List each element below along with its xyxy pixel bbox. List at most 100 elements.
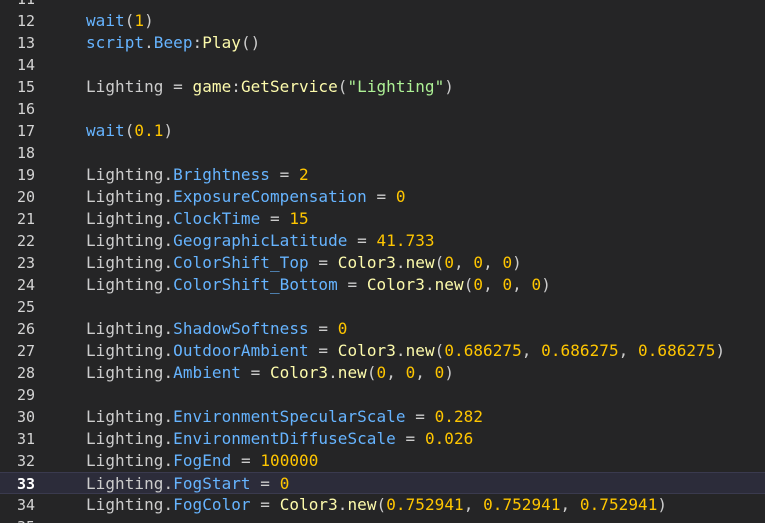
code-token: Color3	[366, 275, 425, 294]
line-number: 19	[16, 166, 35, 184]
code-token: script	[86, 33, 145, 52]
code-line[interactable]: 26 Lighting.ShadowSoftness = 0	[0, 318, 765, 340]
code-token: new	[337, 363, 367, 382]
code-token: Lighting.	[86, 275, 174, 294]
code-token: 100000	[260, 451, 319, 470]
code-text: Lighting.Brightness = 2	[86, 164, 309, 186]
code-text: Lighting.ShadowSoftness = 0	[86, 318, 347, 340]
code-line[interactable]: 23 Lighting.ColorShift_Top = Color3.new(0…	[0, 252, 765, 274]
code-token: .	[144, 33, 154, 52]
code-token: ,	[386, 363, 406, 382]
code-token: )	[444, 77, 454, 96]
code-token: ,	[521, 341, 542, 360]
code-token: new	[347, 495, 377, 514]
line-number: 17	[16, 122, 35, 140]
code-token: 0.686275	[638, 341, 716, 360]
code-token: (	[463, 275, 474, 294]
code-line[interactable]: 22 Lighting.GeographicLatitude = 41.733	[0, 230, 765, 252]
code-token: Lighting.	[86, 187, 174, 206]
line-number: 33	[16, 475, 35, 493]
code-text: Lighting.Ambient = Color3.new(0, 0, 0)	[86, 362, 454, 384]
code-token: =	[337, 275, 367, 294]
code-token: EnvironmentSpecularScale	[173, 407, 406, 426]
code-token: .	[424, 275, 435, 294]
code-token: .	[395, 253, 406, 272]
code-token: new	[405, 341, 435, 360]
code-token: 15	[289, 209, 309, 228]
code-token: (	[434, 341, 445, 360]
code-token: :	[231, 77, 241, 96]
line-number: 23	[16, 254, 35, 272]
code-token: Brightness	[173, 165, 270, 184]
code-token: 0.752941	[579, 495, 658, 514]
code-token: .	[395, 341, 406, 360]
code-token: ,	[560, 495, 580, 514]
code-token: (	[434, 253, 445, 272]
code-token: 0.686275	[541, 341, 619, 360]
code-token: "Lighting"	[347, 77, 445, 96]
code-token: Color3	[337, 253, 396, 272]
code-line[interactable]: 13 script.Beep:Play()	[0, 32, 765, 54]
line-number: 32	[16, 452, 35, 470]
code-line[interactable]: 31 Lighting.EnvironmentDiffuseScale = 0.0…	[0, 428, 765, 450]
code-text: wait(0.1)	[86, 120, 173, 142]
code-token: ,	[463, 495, 484, 514]
code-line[interactable]: 16	[0, 98, 765, 120]
code-line[interactable]: 15 Lighting = game:GetService("Lighting")	[0, 76, 765, 98]
line-number: 27	[16, 342, 35, 360]
code-token: GetService	[240, 77, 338, 96]
line-number: 29	[16, 386, 35, 404]
code-line[interactable]: 11	[0, 0, 765, 10]
code-line[interactable]: 24 Lighting.ColorShift_Bottom = Color3.ne…	[0, 274, 765, 296]
code-text: Lighting.GeographicLatitude = 41.733	[86, 230, 435, 252]
code-token: 0	[502, 275, 513, 294]
code-token: Lighting.	[86, 429, 174, 448]
code-line[interactable]: 32 Lighting.FogEnd = 100000	[0, 450, 765, 472]
code-line[interactable]: 21 Lighting.ClockTime = 15	[0, 208, 765, 230]
code-text: wait(1)	[86, 10, 154, 32]
code-token: Ambient	[173, 363, 241, 382]
code-token: Play	[202, 33, 241, 52]
code-line[interactable]: 35	[0, 516, 765, 523]
code-token: FogStart	[173, 474, 251, 493]
code-token: (	[124, 121, 135, 140]
code-token: =	[366, 187, 396, 206]
code-token: Lighting.	[86, 165, 174, 184]
line-number: 22	[16, 232, 35, 250]
code-text: Lighting.ColorShift_Bottom = Color3.new(…	[86, 274, 551, 296]
code-token: 0.752941	[386, 495, 464, 514]
script-editor[interactable]: 1112wait(1)13script.Beep:Play()1415Light…	[0, 0, 765, 523]
code-text: script.Beep:Play()	[86, 32, 260, 54]
code-line[interactable]: 19 Lighting.Brightness = 2	[0, 164, 765, 186]
code-line[interactable]: 20 Lighting.ExposureCompensation = 0	[0, 186, 765, 208]
code-token: )	[512, 253, 522, 272]
code-line[interactable]: 30 Lighting.EnvironmentSpecularScale = 0.…	[0, 406, 765, 428]
code-token: 0	[444, 253, 455, 272]
code-token: 0	[502, 253, 513, 272]
code-token: 0.1	[134, 121, 164, 140]
code-line[interactable]: 33 Lighting.FogStart = 0	[0, 472, 765, 494]
code-line[interactable]: 34 Lighting.FogColor = Color3.new(0.75294…	[0, 494, 765, 516]
line-number: 21	[16, 210, 35, 228]
line-number: 26	[16, 320, 35, 338]
code-token: Lighting.	[86, 363, 174, 382]
code-token: ,	[618, 341, 639, 360]
code-token: =	[269, 165, 300, 184]
code-line[interactable]: 27 Lighting.OutdoorAmbient = Color3.new(0…	[0, 340, 765, 362]
code-token: Beep	[153, 33, 193, 52]
code-line[interactable]: 14	[0, 54, 765, 76]
code-token: )	[715, 341, 726, 360]
code-line[interactable]: 17 wait(0.1)	[0, 120, 765, 142]
code-token: 0	[473, 253, 484, 272]
code-line[interactable]: 29	[0, 384, 765, 406]
code-line[interactable]: 25	[0, 296, 765, 318]
code-token: =	[308, 319, 338, 338]
code-token: =	[395, 429, 425, 448]
code-token: =	[260, 209, 290, 228]
code-text: Lighting = game:GetService("Lighting")	[86, 76, 454, 98]
code-line[interactable]: 12 wait(1)	[0, 10, 765, 32]
code-token: Lighting.	[86, 231, 174, 250]
line-number: 11	[0, 0, 35, 10]
code-line[interactable]: 18	[0, 142, 765, 164]
code-line[interactable]: 28 Lighting.Ambient = Color3.new(0, 0, 0)	[0, 362, 765, 384]
